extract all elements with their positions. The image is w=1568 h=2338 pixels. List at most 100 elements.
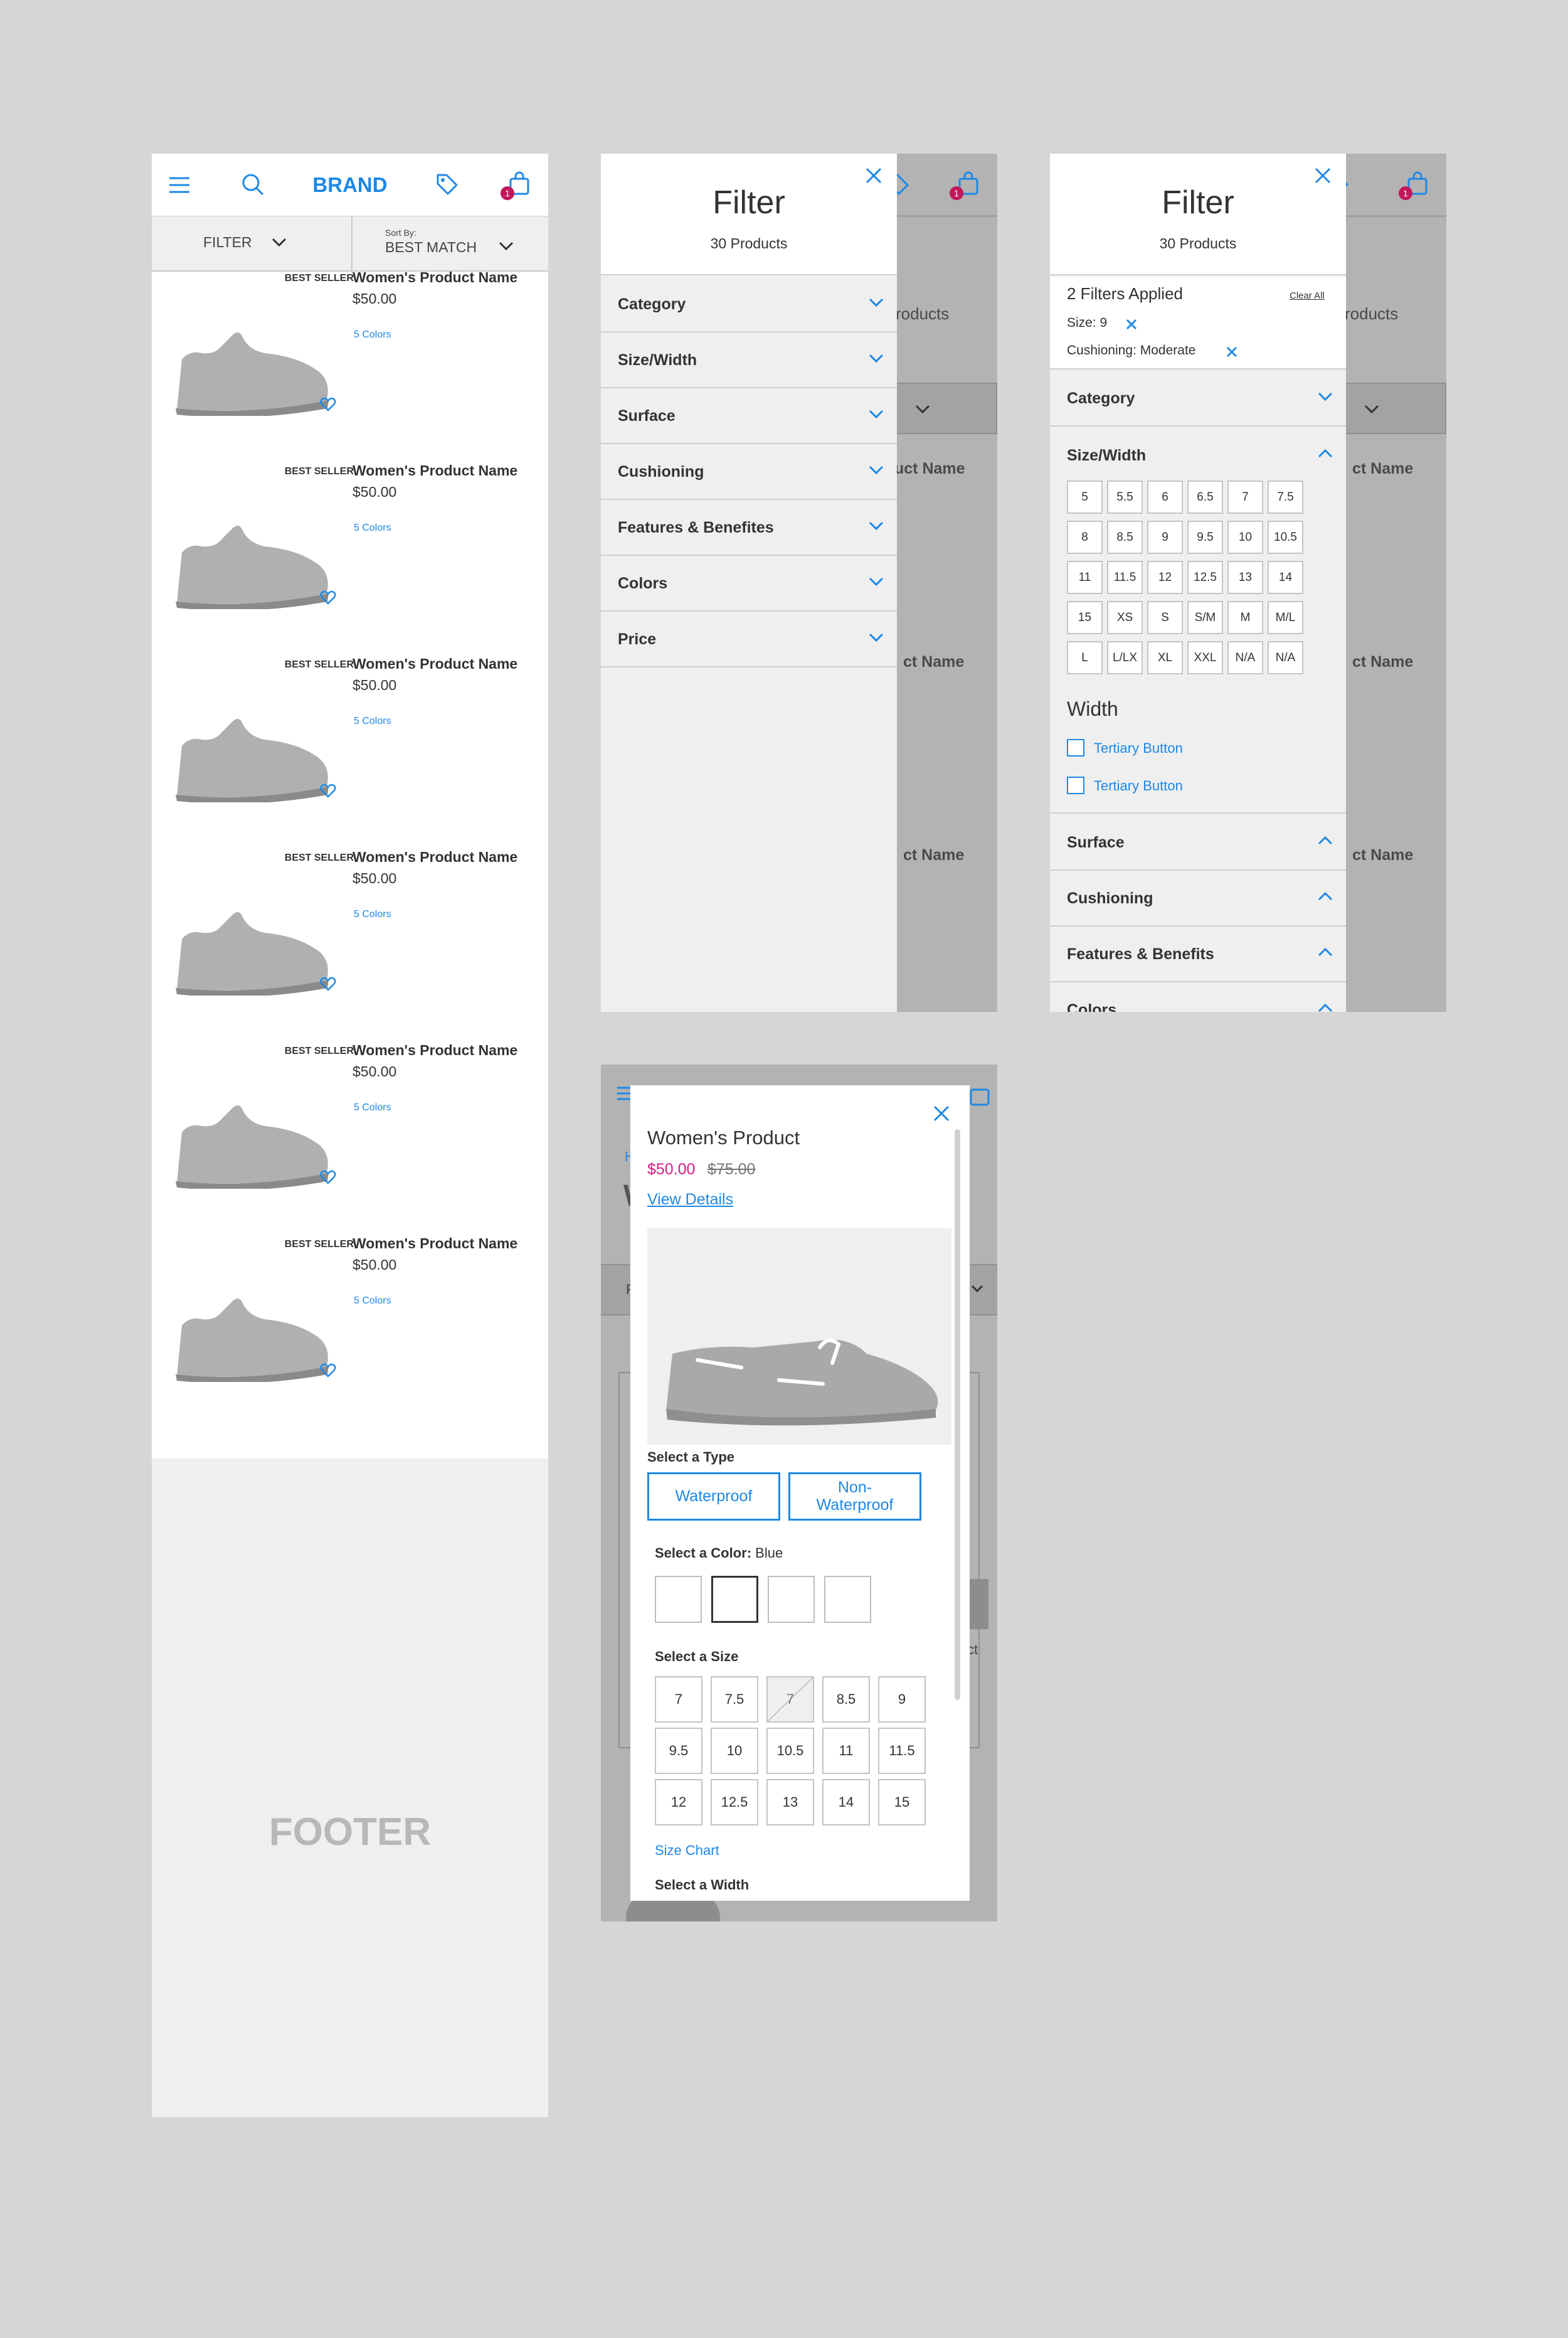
heart-icon[interactable] [320, 397, 336, 412]
size-option[interactable]: 9.5 [655, 1728, 702, 1774]
size-option[interactable]: 5.5 [1107, 481, 1143, 514]
favorite-button[interactable] [320, 590, 336, 608]
color-swatch[interactable] [824, 1576, 871, 1623]
size-option[interactable]: XL [1147, 641, 1183, 674]
product-card[interactable]: BEST SELLER Women's Product Name $50.00 5 C… [152, 462, 548, 658]
product-image[interactable] [171, 509, 334, 612]
product-card[interactable]: BEST SELLER Women's Product Name $50.00 5 C… [152, 656, 548, 851]
size-option[interactable]: M/L [1268, 601, 1303, 634]
accordion-category[interactable]: Category [601, 277, 897, 332]
size-option[interactable]: 12 [1147, 561, 1183, 594]
product-name[interactable]: Women's Product Name [352, 269, 517, 286]
product-image[interactable] [171, 895, 334, 999]
accordion-features-benefits[interactable]: Features & Benefits [1050, 927, 1346, 982]
product-name[interactable]: Women's Product Name [352, 1235, 517, 1252]
product-card[interactable]: BEST SELLER Women's Product Name $50.00 5 C… [152, 1042, 548, 1238]
size-option[interactable]: S/M [1187, 601, 1223, 634]
size-option[interactable]: M [1227, 601, 1263, 634]
size-chart-link[interactable]: Size Chart [655, 1842, 719, 1859]
size-option[interactable]: N/A [1227, 641, 1263, 674]
product-image[interactable] [171, 1282, 334, 1385]
size-option[interactable]: 12.5 [711, 1779, 758, 1825]
size-option[interactable]: 14 [1268, 561, 1303, 594]
size-option[interactable]: 9 [1147, 521, 1183, 554]
color-count-link[interactable]: 5 Colors [354, 1102, 391, 1113]
remove-filter-icon[interactable] [1226, 346, 1238, 358]
color-count-link[interactable]: 5 Colors [354, 1295, 391, 1307]
view-details-link[interactable]: View Details [647, 1191, 733, 1209]
close-icon[interactable] [932, 1104, 951, 1123]
size-option[interactable]: 14 [822, 1779, 870, 1825]
size-option[interactable]: 7.5 [711, 1676, 758, 1723]
width-checkbox[interactable] [1067, 777, 1084, 794]
size-option[interactable]: 7 [1227, 481, 1263, 514]
favorite-button[interactable] [320, 784, 336, 802]
color-count-link[interactable]: 5 Colors [354, 716, 391, 727]
color-swatch[interactable] [768, 1576, 815, 1623]
product-image[interactable] [171, 702, 334, 805]
size-option[interactable]: 12.5 [1187, 561, 1223, 594]
product-name[interactable]: Women's Product Name [352, 656, 517, 672]
heart-icon[interactable] [320, 1170, 336, 1185]
favorite-button[interactable] [320, 1170, 336, 1188]
clear-all-link[interactable]: Clear All [1290, 290, 1325, 301]
scrollbar[interactable] [955, 1129, 960, 1700]
favorite-button[interactable] [320, 1363, 336, 1381]
waterproof-button[interactable]: Waterproof [647, 1472, 780, 1521]
size-option[interactable]: 13 [1227, 561, 1263, 594]
accordion-price[interactable]: Price [601, 612, 897, 667]
brand-logo[interactable]: BRAND [152, 154, 548, 216]
size-option[interactable]: 9.5 [1187, 521, 1223, 554]
size-option[interactable]: 15 [1067, 601, 1103, 634]
size-option[interactable]: N/A [1268, 641, 1303, 674]
size-option[interactable]: 13 [766, 1779, 814, 1825]
size-option[interactable]: L [1067, 641, 1103, 674]
color-count-link[interactable]: 5 Colors [354, 909, 391, 920]
size-option[interactable]: 10 [711, 1728, 758, 1774]
accordion-colors[interactable]: Colors [601, 556, 897, 612]
heart-icon[interactable] [320, 977, 336, 992]
size-option[interactable]: 5 [1067, 481, 1103, 514]
tag-icon[interactable] [435, 173, 459, 196]
accordion-cushioning[interactable]: Cushioning [1050, 871, 1346, 927]
accordion-label[interactable]: Size/Width [1067, 447, 1146, 465]
accordion-colors[interactable]: Colors [1050, 982, 1346, 1012]
favorite-button[interactable] [320, 977, 336, 995]
width-option-label[interactable]: Tertiary Button [1094, 778, 1183, 794]
product-image[interactable] [171, 316, 334, 419]
product-card[interactable]: BEST SELLER Women's Product Name $50.00 5 C… [152, 849, 548, 1044]
color-count-link[interactable]: 5 Colors [354, 329, 391, 341]
size-option[interactable]: 15 [878, 1779, 926, 1825]
size-option[interactable]: 8 [1067, 521, 1103, 554]
size-option[interactable]: 11 [1067, 561, 1103, 594]
size-option[interactable]: 9 [878, 1676, 926, 1723]
width-checkbox[interactable] [1067, 739, 1084, 757]
size-option[interactable]: 10 [1227, 521, 1263, 554]
heart-icon[interactable] [320, 784, 336, 799]
color-count-link[interactable]: 5 Colors [354, 523, 391, 534]
accordion-surface[interactable]: Surface [601, 388, 897, 444]
size-option[interactable]: 7.5 [1268, 481, 1303, 514]
close-icon[interactable] [1313, 166, 1332, 185]
chevron-up-icon[interactable] [1317, 448, 1333, 459]
size-option[interactable]: 6.5 [1187, 481, 1223, 514]
product-name[interactable]: Women's Product Name [352, 462, 517, 479]
size-option[interactable]: XXL [1187, 641, 1223, 674]
sort-dropdown[interactable]: Sort By: BEST MATCH [352, 216, 548, 270]
accordion-features-benefites[interactable]: Features & Benefites [601, 500, 897, 556]
accordion-category[interactable]: Category [1050, 371, 1346, 427]
product-card[interactable]: BEST SELLER Women's Product Name $50.00 5 C… [152, 1235, 548, 1431]
size-option[interactable]: 8.5 [822, 1676, 870, 1723]
non-waterproof-button[interactable]: Non-Waterproof [788, 1472, 921, 1521]
size-option[interactable]: 10.5 [766, 1728, 814, 1774]
product-name[interactable]: Women's Product Name [352, 849, 517, 866]
accordion-size-width[interactable]: Size/Width [601, 332, 897, 388]
product-image[interactable] [171, 1088, 334, 1192]
size-option[interactable]: 8.5 [1107, 521, 1143, 554]
favorite-button[interactable] [320, 397, 336, 415]
size-option[interactable]: 12 [655, 1779, 702, 1825]
width-option-label[interactable]: Tertiary Button [1094, 740, 1183, 757]
size-option[interactable]: 10.5 [1268, 521, 1303, 554]
product-name[interactable]: Women's Product Name [352, 1042, 517, 1059]
color-swatch[interactable] [655, 1576, 702, 1623]
